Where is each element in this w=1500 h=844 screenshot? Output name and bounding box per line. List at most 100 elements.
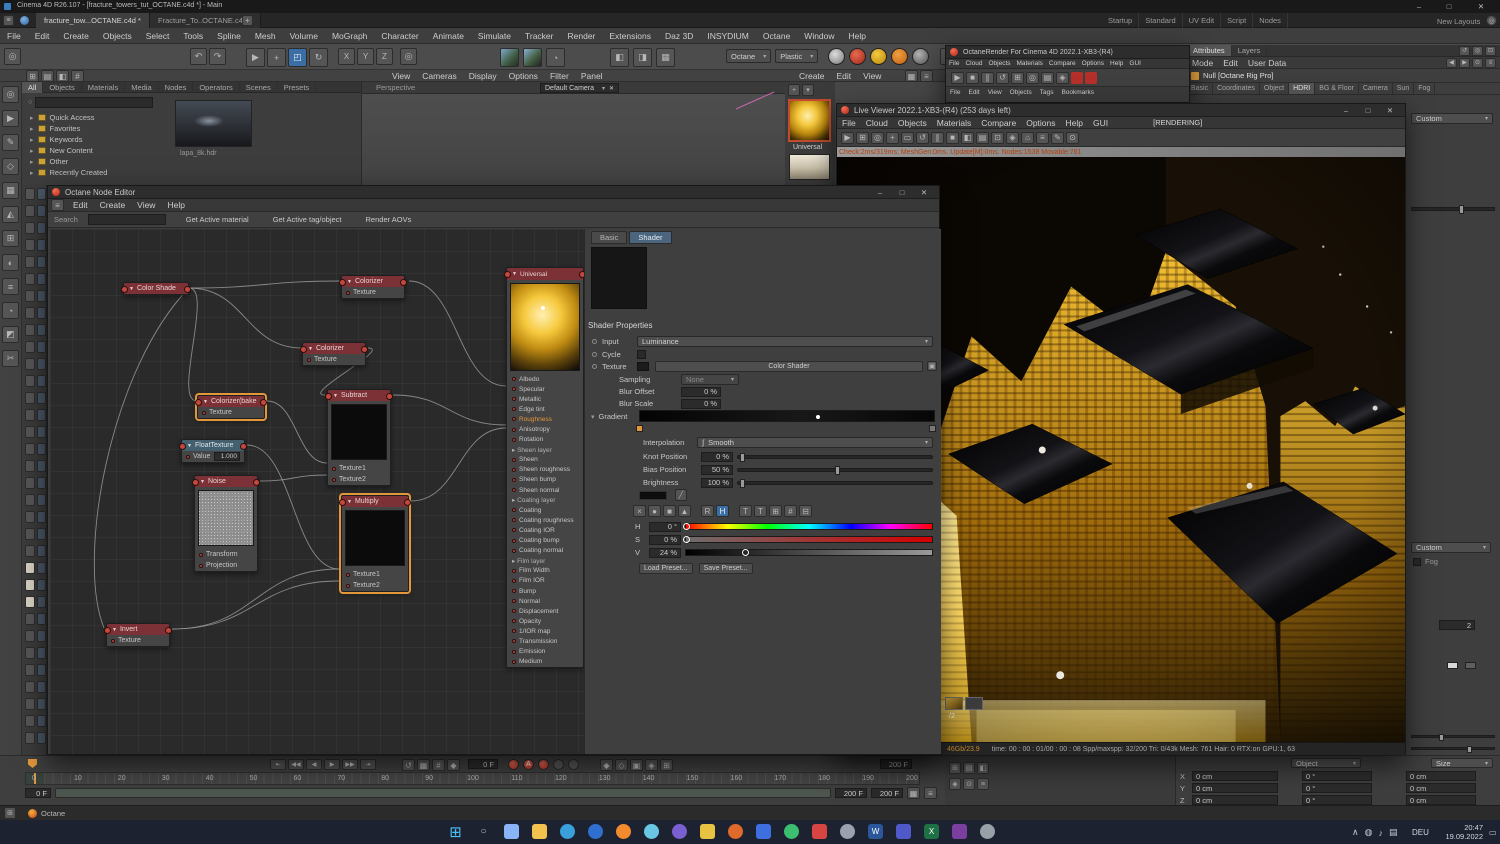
- object-row[interactable]: [22, 508, 46, 525]
- tool-icon[interactable]: ✂: [2, 350, 19, 367]
- node-invert[interactable]: ▼ Invert Texture: [104, 623, 172, 647]
- transform-tool-icon[interactable]: ↻: [309, 48, 328, 67]
- node-port-row[interactable]: Sheen normal: [507, 485, 583, 495]
- folder-item[interactable]: ▸ Other: [24, 156, 164, 167]
- browser-tab[interactable]: Media: [125, 81, 159, 93]
- menu-item[interactable]: Select: [139, 31, 177, 41]
- live-viewer-toolbar-icon[interactable]: ▶: [841, 131, 854, 144]
- lv-maximize-button[interactable]: □: [1357, 104, 1379, 116]
- folder-item[interactable]: ▸ Keywords: [24, 134, 164, 145]
- browser-search-input[interactable]: [35, 97, 154, 108]
- browser-tab[interactable]: All: [22, 81, 44, 93]
- node-editor-titlebar[interactable]: Octane Node Editor – □ ✕: [48, 186, 939, 199]
- bm-icon-1[interactable]: ⊞: [949, 762, 961, 774]
- live-viewer-toolbar-icon[interactable]: ◈: [1006, 131, 1019, 144]
- menu-item[interactable]: Help: [842, 31, 873, 41]
- object-row[interactable]: [22, 389, 46, 406]
- node-canvas[interactable]: ▼ Color Shade ▼ Colorizer Texture ▼ Colorizer T…: [50, 229, 584, 754]
- color-mode-button[interactable]: H: [716, 505, 729, 517]
- expand-arrow-icon[interactable]: ▸: [30, 169, 34, 177]
- node-port-row[interactable]: Film Width: [507, 566, 583, 576]
- gradient-bar[interactable]: [639, 410, 935, 422]
- node-port-row[interactable]: Edge tint: [507, 404, 583, 414]
- object-row[interactable]: [22, 338, 46, 355]
- node-port-row[interactable]: Opacity: [507, 616, 583, 626]
- new-layouts-button[interactable]: New Layouts: [1437, 17, 1480, 26]
- save-preset-button[interactable]: Save Preset...: [698, 563, 753, 574]
- browser-tab[interactable]: Objects: [43, 81, 82, 93]
- node-port-row[interactable]: Texture2: [328, 474, 390, 485]
- attributes-menu-item[interactable]: User Data: [1243, 58, 1291, 68]
- color-swatch-dark[interactable]: [1465, 662, 1476, 669]
- node-subtract[interactable]: ▼ Subtract Texture1 Texture2: [325, 389, 393, 486]
- layout-button[interactable]: Standard: [1139, 13, 1183, 28]
- menu-item[interactable]: Simulate: [471, 31, 518, 41]
- node-port-row[interactable]: Film IOR: [507, 576, 583, 586]
- hsv-slider[interactable]: [683, 536, 933, 543]
- material-sphere-icon[interactable]: [849, 48, 866, 65]
- notification-center-icon[interactable]: ▭: [1489, 828, 1497, 837]
- octane-om-menu-item[interactable]: Objects: [1006, 89, 1036, 96]
- browser-tab[interactable]: Scenes: [240, 81, 278, 93]
- side-mini-slider1[interactable]: [1411, 734, 1495, 741]
- tool-icon[interactable]: ⊞: [2, 230, 19, 247]
- current-frame-field[interactable]: 0 F: [468, 759, 498, 769]
- node-port-row[interactable]: Rotation: [507, 435, 583, 445]
- node-color-shade[interactable]: ▼ Color Shade: [121, 282, 191, 295]
- keyframe-filter-button[interactable]: [568, 759, 579, 770]
- gradient-knot-right[interactable]: [929, 425, 936, 432]
- live-viewer-toolbar-icon[interactable]: ⊞: [856, 131, 869, 144]
- section-tab[interactable]: Basic: [1187, 83, 1214, 94]
- live-viewer-menu-item[interactable]: Options: [1021, 118, 1060, 128]
- node-port-row[interactable]: Coating bump: [507, 536, 583, 546]
- node-port-row[interactable]: Texture1: [342, 569, 408, 580]
- menu-item[interactable]: Objects: [96, 31, 139, 41]
- workplane-icon[interactable]: ▦: [656, 48, 675, 67]
- modeling-mode-icon[interactable]: ◧: [610, 48, 629, 67]
- folder-item[interactable]: ▸ Favorites: [24, 123, 164, 134]
- octanerender-menu-item[interactable]: Options: [1079, 60, 1107, 67]
- octane-om-menu-item[interactable]: View: [984, 89, 1006, 96]
- camera-tab[interactable]: Default Camera ▾ ✕: [540, 83, 620, 93]
- menu-item[interactable]: Edit: [28, 31, 57, 41]
- gradient-tool-icon[interactable]: #: [784, 505, 797, 517]
- record-key-button[interactable]: [538, 759, 549, 770]
- object-row[interactable]: [22, 406, 46, 423]
- viewport-menu-item[interactable]: Display: [463, 71, 503, 81]
- panel-icon[interactable]: ▦: [905, 70, 918, 82]
- range-menu-icon[interactable]: ≡: [924, 787, 937, 799]
- knot-type-icon[interactable]: ●: [648, 505, 661, 517]
- octanerender-menu-item[interactable]: Materials: [1014, 60, 1046, 67]
- folder-item[interactable]: ▸ Recently Created: [24, 167, 164, 178]
- bm-icon-3[interactable]: ◧: [977, 762, 989, 774]
- node-port-row[interactable]: Texture: [303, 354, 365, 365]
- node-port-row[interactable]: Texture1: [328, 463, 390, 474]
- slider-track[interactable]: [737, 478, 933, 488]
- octanerender-menu-item[interactable]: Compare: [1046, 60, 1079, 67]
- tray-icon[interactable]: ◍: [1365, 827, 1373, 838]
- node-port-row[interactable]: ▸ Sheen layer: [507, 445, 583, 455]
- octane-om-menu-item[interactable]: Tags: [1036, 89, 1058, 96]
- hsv-handle[interactable]: [683, 523, 690, 530]
- close-button[interactable]: ✕: [1470, 0, 1492, 12]
- object-row[interactable]: [22, 355, 46, 372]
- live-viewer-menu-item[interactable]: File: [837, 118, 861, 128]
- bm-icon-4[interactable]: ◈: [949, 778, 961, 790]
- node-port-row[interactable]: Coating IOR: [507, 525, 583, 535]
- gradient-tool-icon[interactable]: ⊟: [799, 505, 812, 517]
- gradient-knot-dot[interactable]: [816, 415, 821, 419]
- key-type-icon[interactable]: ◆: [600, 759, 613, 771]
- tool-icon[interactable]: ▦: [2, 182, 19, 199]
- menu-item[interactable]: Tracker: [518, 31, 561, 41]
- render-view-button[interactable]: [500, 48, 519, 67]
- layout-button[interactable]: Startup: [1102, 13, 1140, 28]
- menu-item[interactable]: Tools: [176, 31, 210, 41]
- live-viewer-menu-item[interactable]: Cloud: [861, 118, 893, 128]
- timeline-hud-icon[interactable]: #: [432, 759, 445, 771]
- coord-size-dropdown[interactable]: Size ▾: [1431, 758, 1493, 768]
- live-viewer-toolbar-icon[interactable]: ■: [946, 131, 959, 144]
- object-row[interactable]: [22, 270, 46, 287]
- ne-minimize-button[interactable]: –: [869, 186, 891, 198]
- side-slider-handle[interactable]: [1459, 205, 1465, 214]
- burger-menu-icon[interactable]: ≡: [3, 15, 14, 26]
